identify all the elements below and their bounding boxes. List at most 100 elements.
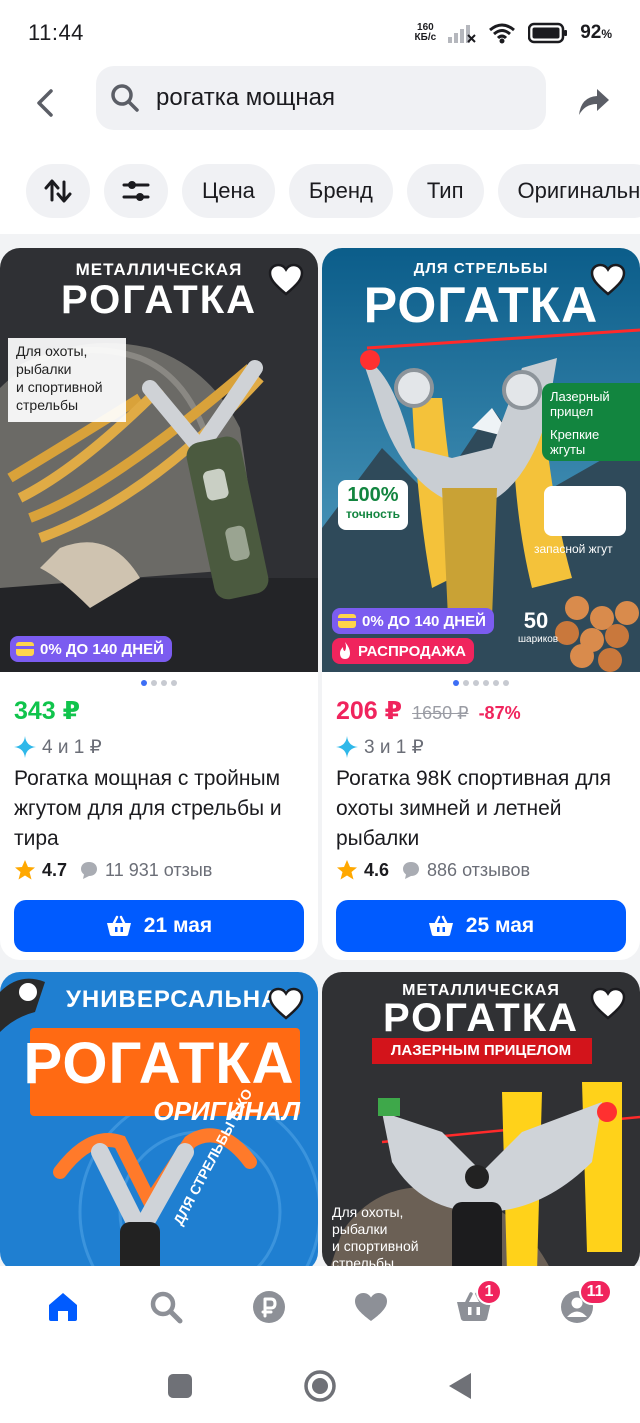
home-circle-icon[interactable]: [303, 1369, 337, 1403]
filters-button[interactable]: [104, 164, 168, 218]
network-speed: 160 КБ/с: [415, 23, 437, 43]
sale-label: РАСПРОДАЖА: [358, 642, 466, 660]
installment-label: 0% ДО 140 ДНЕЙ: [40, 640, 164, 658]
heart-icon[interactable]: [590, 262, 626, 298]
price-row: 343 ₽: [14, 696, 304, 732]
search-icon: [150, 1291, 183, 1324]
spare-string-label: запасной жгут: [534, 542, 613, 556]
sort-button[interactable]: [26, 164, 90, 218]
back-button[interactable]: [22, 80, 68, 126]
card-icon: [16, 642, 34, 656]
product-info: 206 ₽ 1650 ₽ -87% 3 и 1 ₽ Рогатка 98К сп…: [322, 686, 640, 960]
filter-bar: Цена Бренд Тип Оригинальн: [0, 148, 640, 234]
filter-chip-type[interactable]: Тип: [406, 164, 484, 218]
cart-badge: 1: [475, 1279, 502, 1305]
pager-dot: [483, 680, 489, 686]
recents-icon[interactable]: [167, 1373, 193, 1399]
delivery-button[interactable]: 25 мая: [336, 900, 626, 952]
filter-chip-original[interactable]: Оригинальн: [497, 164, 640, 218]
bottom-nav: 1 11: [0, 1266, 640, 1348]
reviews-count[interactable]: 886 отзывов: [427, 860, 530, 881]
delivery-date: 21 мая: [143, 914, 213, 937]
network-speed-unit: КБ/с: [414, 32, 437, 43]
product-title[interactable]: Рогатка 98К спортивная для охоты зимней …: [336, 764, 626, 854]
status-icons: 160 КБ/с 92%: [415, 22, 612, 44]
product-image[interactable]: МЕТАЛЛИЧЕСКАЯ РОГАТКА Для охоты, рыбалки…: [0, 248, 318, 672]
accuracy-value: 100%: [347, 484, 399, 506]
pager-dot: [503, 680, 509, 686]
battery-percent: 92%: [580, 22, 612, 44]
feature-laser: Лазерный прицел: [550, 389, 610, 419]
installment-badge: 0% ДО 140 ДНЕЙ: [332, 608, 494, 634]
nav-finance[interactable]: [237, 1275, 301, 1339]
image-note: Для охоты, рыбалки и спортивной стрельбы: [8, 338, 126, 422]
product-image[interactable]: МЕТАЛЛИЧЕСКАЯ РОГАТКА ЛАЗЕРНЫМ ПРИЦЕЛОМ …: [322, 972, 640, 1272]
back-triangle-icon[interactable]: [447, 1371, 473, 1401]
product-card[interactable]: МЕТАЛЛИЧЕСКАЯ РОГАТКА Для охоты, рыбалки…: [0, 248, 318, 960]
search-header: [0, 66, 640, 148]
filter-chip-brand[interactable]: Бренд: [288, 164, 393, 218]
bonus-points: 4 и 1 ₽: [42, 736, 102, 758]
old-price: 1650 ₽: [412, 703, 469, 723]
price: 206 ₽: [336, 697, 403, 725]
product-card[interactable]: МЕТАЛЛИЧЕСКАЯ РОГАТКА ЛАЗЕРНЫМ ПРИЦЕЛОМ …: [322, 972, 640, 1272]
nav-profile[interactable]: 11: [545, 1275, 612, 1339]
sparkle-icon: [336, 736, 358, 758]
balls-count: 50 шариков: [518, 608, 559, 645]
search-icon: [111, 84, 139, 112]
status-time: 11:44: [28, 20, 84, 45]
nav-favorites[interactable]: [339, 1275, 403, 1339]
pager-dot: [161, 680, 167, 686]
sort-arrows-icon: [44, 179, 72, 203]
price: 343 ₽: [14, 697, 81, 725]
star-icon: [15, 860, 35, 880]
heart-icon[interactable]: [268, 262, 304, 298]
search-input[interactable]: [156, 84, 516, 112]
system-nav-bar: [0, 1348, 640, 1423]
nav-catalog[interactable]: [134, 1275, 198, 1339]
product-title[interactable]: Рогатка мощная с тройным жгутом для для …: [14, 764, 304, 854]
search-box[interactable]: [96, 66, 546, 130]
balls-value: 50: [523, 608, 549, 633]
sale-badge: РАСПРОДАЖА: [332, 638, 474, 664]
status-bar: 11:44 160 КБ/с 92%: [0, 0, 640, 66]
rating-value: 4.7: [42, 859, 68, 880]
rating-row: 4.6 886 отзывов: [336, 854, 626, 886]
battery-value: 92: [580, 22, 602, 43]
balls-label: шариков: [518, 634, 559, 645]
product-info: 343 ₽ 4 и 1 ₽ Рогатка мощная с тройным ж…: [0, 686, 318, 960]
pager-dot: [151, 680, 157, 686]
comment-icon: [403, 862, 420, 879]
heart-icon: [355, 1293, 388, 1321]
ruble-icon: [252, 1291, 285, 1323]
wifi-icon: [489, 23, 516, 44]
accuracy-badge: 100% точность: [338, 480, 408, 530]
product-card[interactable]: УНИВЕРСАЛЬНАЯ РОГАТКА ОРИГИНАЛ ДЛЯ СТРЕЛ…: [0, 972, 318, 1272]
bonus-row: 4 и 1 ₽: [14, 732, 304, 762]
fire-icon: [340, 642, 350, 659]
product-image[interactable]: УНИВЕРСАЛЬНАЯ РОГАТКА ОРИГИНАЛ ДЛЯ СТРЕЛ…: [0, 972, 318, 1272]
pager-dot: [453, 680, 459, 686]
delivery-date: 25 мая: [465, 914, 535, 937]
price-row: 206 ₽ 1650 ₽ -87%: [336, 696, 626, 732]
delivery-button[interactable]: 21 мая: [14, 900, 304, 952]
product-image[interactable]: ДЛЯ СТРЕЛЬБЫ РОГАТКА Лазерный прицел Кре…: [322, 248, 640, 672]
nav-cart[interactable]: 1: [442, 1275, 506, 1339]
share-button[interactable]: [570, 78, 618, 126]
heart-icon[interactable]: [268, 986, 304, 1022]
image-caption-sub: ЛАЗЕРНЫМ ПРИЦЕЛОМ: [390, 1042, 572, 1059]
feature-strings: Крепкие жгуты: [550, 427, 600, 457]
installment-label: 0% ДО 140 ДНЕЙ: [362, 612, 486, 630]
discount: -87%: [478, 703, 521, 723]
filter-chip-price[interactable]: Цена: [182, 164, 275, 218]
basket-icon: [428, 915, 453, 936]
rating-row: 4.7 11 931 отзыв: [14, 854, 304, 886]
image-caption-sub: ОРИГИНАЛ: [153, 1096, 300, 1126]
nav-home[interactable]: [31, 1275, 95, 1339]
reviews-count[interactable]: 11 931 отзыв: [105, 860, 212, 881]
screen: 11:44 160 КБ/с 92% рогатка мощная Цена Б…: [0, 0, 640, 1423]
home-icon: [49, 1293, 78, 1321]
product-card[interactable]: ДЛЯ СТРЕЛЬБЫ РОГАТКА Лазерный прицел Кре…: [322, 248, 640, 960]
heart-icon[interactable]: [590, 986, 626, 1022]
installment-badge: 0% ДО 140 ДНЕЙ: [10, 636, 172, 662]
